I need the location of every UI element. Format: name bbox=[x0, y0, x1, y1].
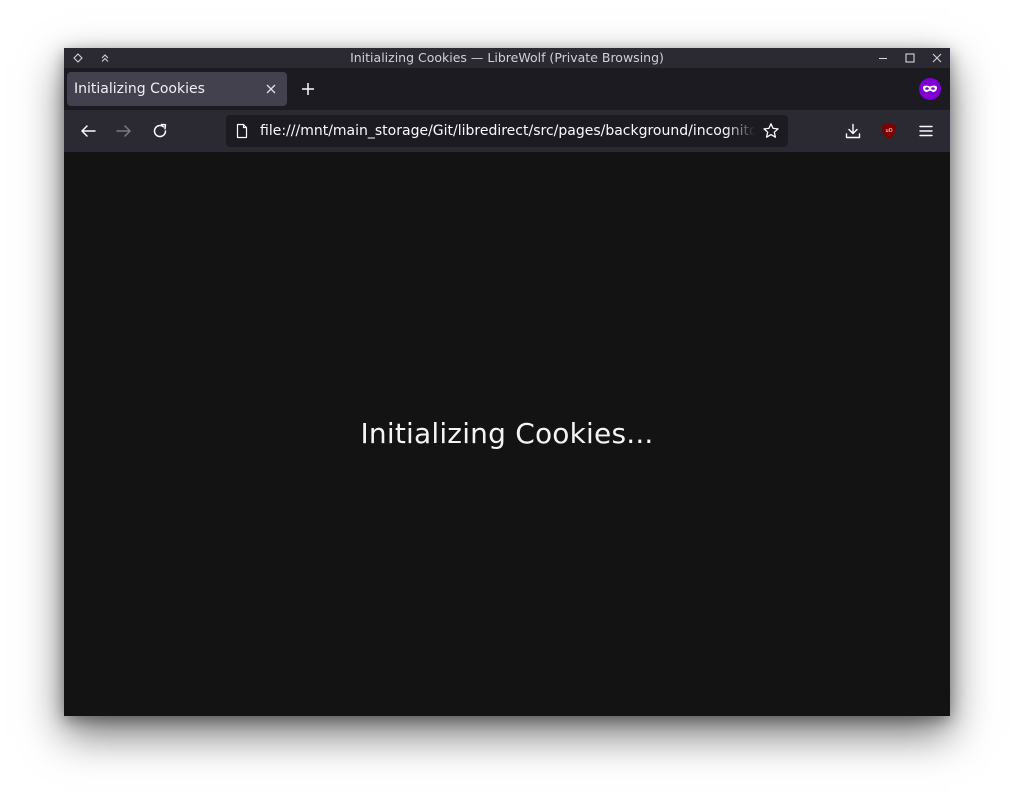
back-arrow-icon bbox=[81, 125, 96, 137]
tab-close-icon[interactable] bbox=[263, 81, 279, 97]
ublock-origin-icon: uO bbox=[882, 123, 896, 139]
reload-icon bbox=[153, 123, 167, 138]
back-button[interactable] bbox=[76, 119, 100, 143]
plus-icon bbox=[302, 83, 314, 95]
tab-initializing-cookies[interactable]: Initializing Cookies bbox=[67, 72, 287, 106]
hamburger-menu-icon bbox=[919, 125, 933, 137]
loading-message: Initializing Cookies... bbox=[360, 417, 654, 450]
navigation-toolbar: file:///mnt/main_storage/Git/libredirect… bbox=[64, 110, 950, 152]
new-tab-button[interactable] bbox=[296, 77, 320, 101]
forward-arrow-icon bbox=[116, 125, 131, 137]
maximize-icon[interactable] bbox=[900, 48, 920, 68]
page-icon bbox=[234, 123, 250, 139]
bookmark-star-icon[interactable] bbox=[762, 122, 780, 140]
downloads-button[interactable] bbox=[841, 119, 865, 143]
reload-button[interactable] bbox=[148, 119, 172, 143]
ublock-origin-button[interactable]: uO bbox=[877, 119, 901, 143]
browser-window: Initializing Cookies — LibreWolf (Privat… bbox=[64, 48, 950, 716]
download-icon bbox=[845, 123, 861, 139]
tab-label: Initializing Cookies bbox=[74, 81, 205, 97]
window-title: Initializing Cookies — LibreWolf (Privat… bbox=[350, 50, 664, 65]
close-icon[interactable] bbox=[927, 48, 947, 68]
minimize-icon[interactable] bbox=[873, 48, 893, 68]
window-titlebar[interactable]: Initializing Cookies — LibreWolf (Privat… bbox=[64, 48, 950, 68]
app-menu-button[interactable] bbox=[914, 119, 938, 143]
private-mask-icon bbox=[919, 78, 941, 100]
url-text[interactable]: file:///mnt/main_storage/Git/libredirect… bbox=[260, 115, 755, 147]
svg-text:uO: uO bbox=[885, 128, 892, 134]
url-bar[interactable]: file:///mnt/main_storage/Git/libredirect… bbox=[226, 115, 788, 147]
forward-button[interactable] bbox=[112, 119, 136, 143]
tab-strip: Initializing Cookies bbox=[64, 68, 950, 110]
page-content: Initializing Cookies... bbox=[64, 152, 950, 716]
